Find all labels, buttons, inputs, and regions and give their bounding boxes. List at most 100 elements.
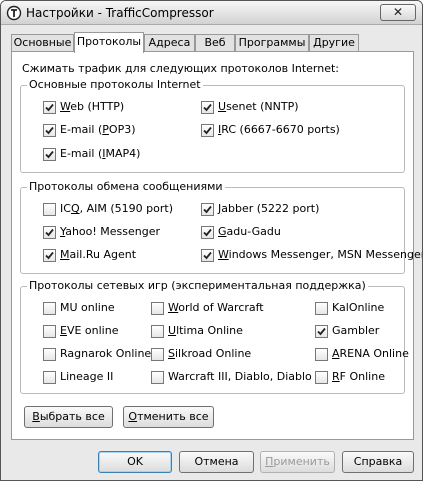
checkbox-box[interactable]	[201, 225, 214, 239]
checkbox-box[interactable]	[43, 225, 56, 239]
game-protocols-group: Протоколы сетевых игр (экспериментальная…	[20, 279, 409, 394]
tab-other[interactable]: Другие	[309, 34, 359, 52]
checkbox-box[interactable]	[43, 301, 56, 315]
settings-window: Настройки - TrafficCompressor ✕ Основные…	[0, 0, 423, 481]
close-button[interactable]: ✕	[380, 4, 416, 21]
checkbox-box[interactable]	[201, 202, 214, 216]
tab-general[interactable]: Основные	[11, 34, 74, 52]
checkmark-icon	[45, 251, 54, 259]
checkbox-label: Usenet (NNTP)	[218, 100, 299, 113]
checkmark-icon	[203, 126, 212, 134]
checkbox-label: E-mail (IMAP4)	[60, 147, 141, 160]
checkmark-icon	[203, 228, 212, 236]
tab-protocols[interactable]: Протоколы	[74, 32, 144, 53]
checkbox-box[interactable]	[43, 100, 56, 114]
help-button[interactable]: Справка	[342, 451, 414, 473]
checkbox-label: Jabber (5222 port)	[218, 202, 320, 215]
checkbox-label: ARENA Online	[332, 347, 409, 360]
checkbox-box[interactable]	[151, 324, 164, 338]
checkbox-world-of-warcraft[interactable]: World of Warcraft	[151, 301, 264, 315]
checkbox-label: IRC (6667-6670 ports)	[218, 123, 340, 136]
group-title: Протоколы сетевых игр (экспериментальная…	[27, 279, 368, 292]
checkbox-label: Gadu-Gadu	[218, 225, 281, 238]
checkbox-arena-online[interactable]: ARENA Online	[315, 347, 409, 361]
checkbox-jabber[interactable]: Jabber (5222 port)	[201, 202, 319, 216]
checkmark-icon	[317, 327, 326, 335]
close-icon: ✕	[392, 5, 404, 19]
checkbox-yahoo-messenger[interactable]: Yahoo! Messenger	[43, 225, 160, 239]
checkbox-box[interactable]	[315, 370, 328, 384]
checkbox-icq-aim[interactable]: ICQ, AIM (5190 port)	[43, 202, 173, 216]
checkmark-icon	[45, 103, 54, 111]
checkbox-label: Web (HTTP)	[60, 100, 125, 113]
checkbox-label: E-mail (POP3)	[60, 123, 136, 136]
app-logo-icon	[6, 5, 22, 21]
checkbox-windows-msn-messenger[interactable]: Windows Messenger, MSN Messenger	[201, 248, 423, 262]
checkbox-box[interactable]	[201, 100, 214, 114]
checkbox-label: World of Warcraft	[168, 301, 264, 314]
checkmark-icon	[45, 126, 54, 134]
checkbox-label: Mail.Ru Agent	[60, 248, 137, 261]
tab-programs[interactable]: Программы	[235, 34, 309, 52]
checkbox-mu-online[interactable]: MU online	[43, 301, 115, 315]
checkbox-box[interactable]	[43, 370, 56, 384]
cancel-button[interactable]: Отмена	[179, 451, 254, 473]
title-bar[interactable]: Настройки - TrafficCompressor ✕	[1, 1, 422, 25]
ok-button[interactable]: OK	[98, 451, 172, 473]
checkbox-box[interactable]	[43, 324, 56, 338]
checkbox-label: ICQ, AIM (5190 port)	[60, 202, 173, 215]
checkbox-usenet-nntp[interactable]: Usenet (NNTP)	[201, 100, 299, 114]
checkbox-box[interactable]	[43, 147, 56, 161]
checkmark-icon	[203, 205, 212, 213]
tab-addresses[interactable]: Адреса	[144, 34, 195, 52]
checkbox-warcraft-diablo[interactable]: Warcraft III, Diablo, Diablo II	[151, 370, 322, 384]
apply-button[interactable]: Применить	[260, 451, 335, 473]
intro-text: Сжимать трафик для следующих протоколов …	[22, 62, 340, 75]
checkbox-kalonline[interactable]: KalOnline	[315, 301, 384, 315]
select-all-button[interactable]: Выбрать все	[24, 406, 113, 428]
checkbox-label: RF Online	[332, 370, 385, 383]
checkbox-label: EVE online	[60, 324, 119, 337]
checkbox-box[interactable]	[151, 370, 164, 384]
checkbox-ragnarok-online[interactable]: Ragnarok Online	[43, 347, 151, 361]
checkbox-box[interactable]	[201, 123, 214, 137]
checkbox-label: Gambler	[332, 324, 380, 337]
protocols-panel: Сжимать трафик для следующих протоколов …	[11, 51, 422, 440]
checkbox-label: Yahoo! Messenger	[60, 225, 161, 238]
checkbox-box[interactable]	[151, 347, 164, 361]
checkbox-box[interactable]	[315, 301, 328, 315]
checkbox-label: Lineage II	[60, 370, 114, 383]
checkbox-box[interactable]	[43, 202, 56, 216]
checkbox-email-imap4[interactable]: E-mail (IMAP4)	[43, 147, 140, 161]
checkbox-mailru-agent[interactable]: Mail.Ru Agent	[43, 248, 136, 262]
tab-web[interactable]: Веб	[195, 34, 235, 52]
checkbox-box[interactable]	[315, 324, 328, 338]
checkbox-ultima-online[interactable]: Ultima Online	[151, 324, 243, 338]
checkbox-irc[interactable]: IRC (6667-6670 ports)	[201, 123, 340, 137]
deselect-all-button[interactable]: Отменить все	[123, 406, 214, 428]
checkmark-icon	[45, 228, 54, 236]
checkbox-gambler[interactable]: Gambler	[315, 324, 379, 338]
checkbox-box[interactable]	[43, 248, 56, 262]
checkbox-box[interactable]	[43, 347, 56, 361]
checkbox-rf-online[interactable]: RF Online	[315, 370, 385, 384]
messaging-protocols-group: Протоколы обмена сообщениями ICQ, AIM (5…	[20, 180, 422, 274]
checkbox-box[interactable]	[43, 123, 56, 137]
checkmark-icon	[203, 251, 212, 259]
checkbox-label: Ultima Online	[168, 324, 243, 337]
checkbox-email-pop3[interactable]: E-mail (POP3)	[43, 123, 136, 137]
checkbox-silkroad-online[interactable]: Silkroad Online	[151, 347, 251, 361]
checkbox-box[interactable]	[201, 248, 214, 262]
checkmark-icon	[203, 103, 212, 111]
checkbox-label: Warcraft III, Diablo, Diablo II	[168, 370, 322, 383]
checkbox-web-http[interactable]: Web (HTTP)	[43, 100, 124, 114]
checkbox-gadu-gadu[interactable]: Gadu-Gadu	[201, 225, 281, 239]
group-title: Основные протоколы Internet	[27, 78, 203, 91]
checkbox-label: Windows Messenger, MSN Messenger	[218, 248, 423, 261]
checkbox-lineage-ii[interactable]: Lineage II	[43, 370, 113, 384]
checkbox-box[interactable]	[151, 301, 164, 315]
checkbox-box[interactable]	[315, 347, 328, 361]
group-title: Протоколы обмена сообщениями	[27, 180, 225, 193]
checkmark-icon	[45, 150, 54, 158]
checkbox-eve-online[interactable]: EVE online	[43, 324, 118, 338]
